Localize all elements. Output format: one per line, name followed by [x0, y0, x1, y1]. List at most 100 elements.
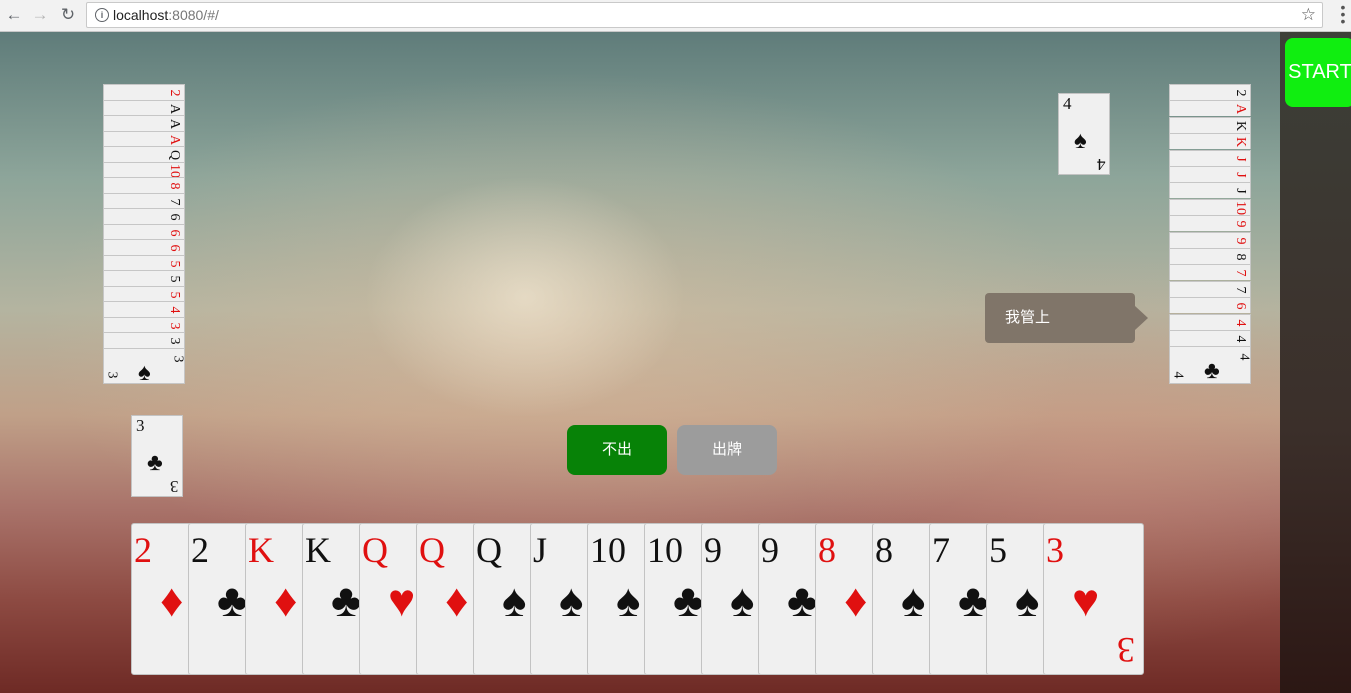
stacked-card: 5: [103, 254, 185, 271]
stacked-card: 9: [1169, 231, 1251, 248]
stacked-card: K: [1169, 116, 1251, 133]
stacked-card-last: 3 ♠ 3: [103, 347, 186, 386]
club-icon: ♣: [958, 575, 989, 626]
start-button[interactable]: START: [1285, 38, 1351, 107]
stacked-card-rank: A: [1233, 104, 1248, 115]
card-rank-bottom: 3: [169, 477, 179, 496]
card-rank: 8: [818, 530, 836, 570]
address-bar[interactable]: i localhost:8080/#/ ☆: [86, 2, 1323, 28]
stacked-card: 7: [103, 192, 185, 209]
card-rank: K: [248, 530, 274, 570]
reload-icon[interactable]: ↻: [56, 4, 80, 26]
stacked-card-rank: K: [1233, 137, 1248, 148]
stacked-card-rank: 5: [167, 275, 182, 283]
card-rank: 3: [1046, 530, 1064, 570]
stacked-card-rank: 9: [1233, 220, 1248, 228]
stacked-card-rank: 6: [167, 244, 182, 252]
stacked-card: 6: [103, 208, 185, 224]
stacked-card: K: [1169, 133, 1251, 150]
stacked-card: 5: [103, 270, 185, 286]
stacked-card-rank: A: [167, 134, 182, 145]
stacked-card-last: 4 ♣ 4: [1169, 346, 1252, 385]
stacked-card-rank: 4: [167, 306, 182, 314]
stacked-card-rank: A: [167, 118, 182, 130]
stacked-card-rank: 3: [167, 322, 182, 329]
stacked-card: A: [103, 115, 185, 131]
stacked-card: 8: [103, 177, 185, 193]
stacked-card-rank: 2: [1233, 89, 1248, 97]
stacked-card-rank: J: [1233, 188, 1248, 195]
stacked-card: 2: [103, 84, 185, 100]
stacked-card: 6: [103, 223, 185, 240]
back-icon[interactable]: ←: [2, 4, 26, 26]
speech-bubble-pointer: [1135, 306, 1148, 330]
stacked-card: 2: [1169, 84, 1251, 100]
club-icon: ♣: [147, 450, 163, 476]
stacked-card-rank: 7: [1233, 286, 1248, 294]
club-icon: ♣: [787, 575, 818, 626]
diamond-icon: ♦: [844, 575, 868, 626]
bookmark-star-icon[interactable]: ☆: [1301, 5, 1316, 25]
stacked-card: J: [1169, 182, 1251, 199]
stacked-card-rank: 8: [167, 182, 182, 190]
speech-bubble: 我管上: [985, 293, 1135, 343]
card-rank: 8: [875, 530, 893, 570]
stacked-card: J: [1169, 149, 1251, 166]
stacked-card-rank-corner: 4: [1170, 371, 1186, 379]
stacked-card: 6: [1169, 297, 1251, 314]
stacked-card-rank: 6: [167, 229, 182, 236]
stacked-card-rank: J: [1233, 172, 1248, 178]
card-rank: Q: [476, 530, 502, 570]
stacked-card-rank: 10: [167, 163, 182, 178]
diamond-icon: ♦: [274, 575, 298, 626]
stacked-card: A: [1169, 100, 1251, 117]
spade-icon: ♠: [502, 575, 527, 626]
stacked-card: 4: [103, 301, 185, 317]
side-panel: [1280, 32, 1351, 693]
stacked-card-rank-corner: 3: [104, 371, 120, 379]
pass-button[interactable]: 不出: [567, 425, 667, 475]
stacked-card-rank: 4: [1233, 335, 1248, 343]
heart-icon: ♥: [1072, 575, 1100, 626]
stacked-card: 3: [103, 316, 185, 333]
stacked-card: 7: [1169, 280, 1251, 297]
diamond-icon: ♦: [445, 575, 469, 626]
info-icon[interactable]: i: [95, 8, 109, 22]
club-icon: ♣: [1204, 357, 1220, 385]
spade-icon: ♠: [1015, 575, 1040, 626]
play-cards-button[interactable]: 出牌: [677, 425, 777, 475]
card-rank: 2: [191, 530, 209, 570]
card-rank: 9: [761, 530, 779, 570]
spade-icon: ♠: [616, 575, 641, 626]
card-rank-bottom: 3: [1117, 630, 1135, 670]
heart-icon: ♥: [388, 575, 416, 626]
spade-icon: ♠: [1074, 128, 1087, 154]
stacked-card: 7: [1169, 264, 1251, 281]
stacked-card: 3: [103, 332, 185, 348]
url-text: localhost:8080/#/: [113, 7, 219, 23]
stacked-card-rank: 6: [1233, 302, 1248, 310]
stacked-card: 8: [1169, 248, 1251, 264]
hand-card[interactable]: 3 ♥ 3: [1043, 523, 1144, 675]
stacked-card-rank: 10: [1233, 200, 1248, 215]
browser-menu-icon[interactable]: • • •: [1339, 0, 1347, 28]
stacked-card-rank: 4: [1233, 319, 1248, 327]
club-icon: ♣: [673, 575, 704, 626]
stacked-card-rank: 6: [167, 213, 182, 221]
stacked-card: J: [1169, 166, 1251, 182]
forward-icon[interactable]: →: [28, 4, 52, 26]
stacked-card-rank: 5: [167, 291, 182, 298]
spade-icon: ♠: [559, 575, 584, 626]
stacked-card-rank: 7: [1233, 269, 1248, 277]
diamond-icon: ♦: [160, 575, 184, 626]
stacked-card: 10: [1169, 198, 1251, 215]
card-rank: 7: [932, 530, 950, 570]
card-rank: 9: [704, 530, 722, 570]
stacked-card: 4: [1169, 330, 1251, 346]
stacked-card-rank: 2: [167, 89, 182, 97]
stacked-card: A: [103, 99, 185, 116]
stacked-card: Q: [103, 146, 185, 162]
stacked-card-rank: 3: [167, 337, 182, 345]
stacked-card-rank: 4: [1236, 353, 1252, 361]
stacked-card: 9: [1169, 215, 1251, 232]
